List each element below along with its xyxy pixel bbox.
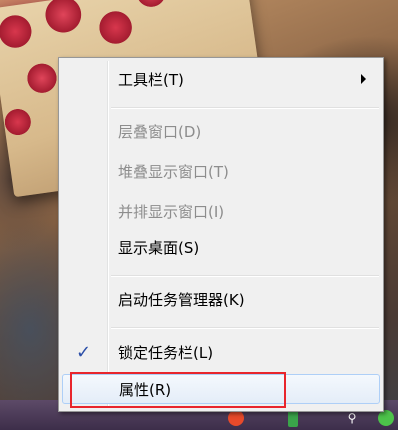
annotation-highlight-box [70, 372, 286, 408]
menu-item-label: 堆叠显示窗口(T) [118, 162, 229, 181]
menu-separator [111, 275, 379, 277]
menu-item-label: 显示桌面(S) [118, 238, 200, 257]
tray-app-icon[interactable] [228, 410, 244, 426]
menu-item-cascade-windows[interactable]: 层叠窗口(D) [62, 118, 380, 144]
menu-item-toolbars[interactable]: 工具栏(T) [62, 66, 380, 92]
menu-item-side-by-side-windows[interactable]: 并排显示窗口(I) [62, 198, 380, 224]
check-icon: ✓ [76, 342, 92, 363]
menu-separator [111, 327, 379, 329]
menu-separator [111, 107, 379, 109]
menu-item-label: 层叠窗口(D) [118, 122, 202, 141]
chevron-right-icon [361, 74, 366, 84]
menu-item-show-desktop[interactable]: 显示桌面(S) [62, 234, 380, 260]
menu-item-label: 锁定任务栏(L) [118, 343, 214, 362]
menu-item-label: 工具栏(T) [118, 70, 184, 89]
security-app-icon[interactable] [378, 410, 394, 426]
taskbar-context-menu: 工具栏(T) 层叠窗口(D) 堆叠显示窗口(T) 并排显示窗口(I) 显示桌面(… [58, 57, 384, 412]
menu-item-label: 并排显示窗口(I) [118, 202, 225, 221]
menu-item-lock-taskbar[interactable]: ✓ 锁定任务栏(L) [62, 339, 380, 365]
menu-item-label: 启动任务管理器(K) [118, 290, 245, 309]
network-icon[interactable]: ⚲ [344, 410, 360, 426]
menu-item-stack-windows[interactable]: 堆叠显示窗口(T) [62, 158, 380, 184]
menu-item-task-manager[interactable]: 启动任务管理器(K) [62, 286, 380, 312]
